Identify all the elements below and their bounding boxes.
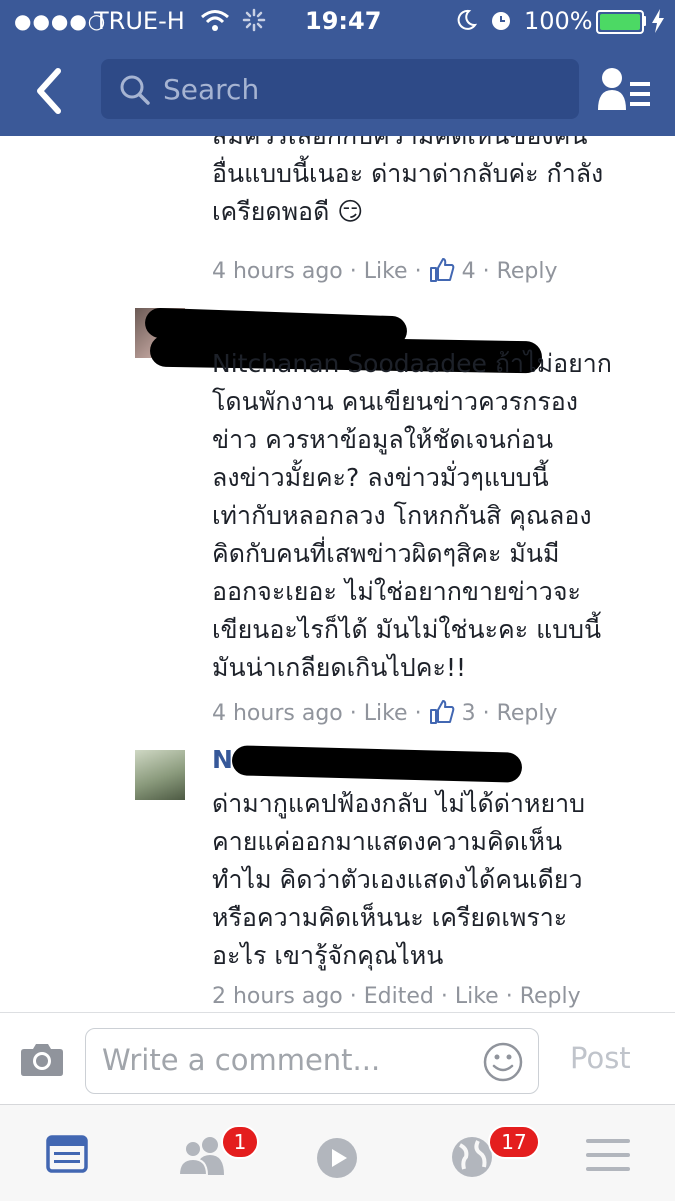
charging-bolt-icon	[652, 9, 664, 33]
comment-line: เขียนอะไรก็ได้ มันไม่ใช่นะคะ แบบนี้	[212, 615, 602, 644]
comment-1: สมควรเลือกกับความคิดเห็นของคน อื่นแบบนี้…	[0, 136, 675, 296]
commenter-name[interactable]: N	[212, 745, 233, 774]
comment-line: ด่ามากูแคปฟ้องกลับ ไม่ได้ด่าหยาบ	[212, 789, 585, 818]
comment-line: หรือความคิดเห็นนะ เครียดเพราะ	[212, 903, 568, 932]
timestamp: 2 hours ago	[212, 984, 343, 1009]
search-placeholder: Search	[163, 73, 260, 106]
comment-line: โดนพักงาน คนเขียนข่าวควรกรอง	[212, 387, 578, 416]
battery-percent: 100%	[524, 7, 593, 35]
status-bar: ●●●●○ TRUE-H 19:47 100%	[0, 0, 675, 44]
edited-label: Edited	[363, 984, 434, 1009]
comment-line: คิดกับคนที่เสพข่าวผิดๆสิคะ มันมี	[212, 539, 560, 568]
battery-icon	[596, 10, 644, 34]
comment-input[interactable]: Write a comment...	[85, 1028, 539, 1094]
comment-3: N ด่ามากูแคปฟ้องกลับ ไม่ได้ด่าหยาบ คายแค…	[0, 745, 675, 1010]
comment-placeholder: Write a comment...	[102, 1043, 381, 1077]
comment-line: เท่ากับหลอกลวง โกหกกันสิ คุณลอง	[212, 501, 592, 530]
timestamp: 4 hours ago	[212, 259, 343, 284]
timestamp: 4 hours ago	[212, 701, 343, 726]
comment-3-actions: 2 hours ago · Edited · Like · Reply	[212, 984, 581, 1009]
like-link[interactable]: Like	[364, 701, 408, 726]
comment-1-actions: 4 hours ago · Like · 4 · Reply	[212, 258, 558, 284]
comment-line: มันน่าเกลียดเกินไปคะ!!	[212, 653, 466, 682]
camera-icon[interactable]	[20, 1041, 64, 1077]
thumbs-up-icon	[429, 258, 454, 282]
avatar[interactable]	[135, 750, 185, 800]
comment-line: อื่นแบบนี้เนอะ ด่ามาด่ากลับค่ะ กำลัง	[212, 159, 604, 188]
friends-list-icon[interactable]	[596, 66, 652, 112]
comment-line: ลงข่าวมั้ยคะ? ลงข่าวมั่วๆแบบนี้	[212, 463, 549, 492]
menu-tab-icon[interactable]	[586, 1137, 630, 1173]
thumbs-up-icon	[429, 700, 454, 724]
comment-2: Nitchanan Soodaadee ถ้าไม่อยาก โดนพักงาน…	[0, 300, 675, 740]
post-button[interactable]: Post	[570, 1041, 631, 1075]
comment-2-body: Nitchanan Soodaadee ถ้าไม่อยาก โดนพักงาน…	[212, 345, 612, 687]
redaction-mark	[231, 745, 523, 783]
video-tab-icon[interactable]	[316, 1137, 358, 1179]
comment-line: ออกจะเยอะ ไม่ใช่อยากขายข่าวจะ	[212, 577, 581, 606]
reply-link[interactable]: Reply	[520, 984, 581, 1009]
emoji-icon[interactable]	[482, 1041, 524, 1083]
comment-line: ทำไม คิดว่าตัวเองแสดงได้คนเดียว	[212, 865, 583, 894]
like-count: 3	[461, 701, 476, 726]
notifications-badge: 17	[488, 1125, 540, 1159]
search-bar[interactable]: Search	[101, 59, 579, 119]
comment-line: อะไร เขารู้จักคุณไหน	[212, 941, 444, 970]
friend-requests-badge: 1	[221, 1125, 259, 1159]
tab-bar: 1 17	[0, 1104, 675, 1201]
activity-spinner-icon	[242, 8, 266, 32]
comment-3-body: ด่ามากูแคปฟ้องกลับ ไม่ได้ด่าหยาบ คายแค่อ…	[212, 785, 585, 975]
wifi-icon	[201, 10, 229, 31]
comment-line: Nitchanan Soodaadee ถ้าไม่อยาก	[212, 349, 612, 378]
news-feed-tab-icon[interactable]	[46, 1135, 88, 1173]
comment-line: คายแค่ออกมาแสดงความคิดเห็น	[212, 827, 563, 856]
clock: 19:47	[305, 7, 382, 35]
comment-line: สมควรเลือกกับความคิดเห็นของคน	[212, 136, 603, 155]
carrier-label: TRUE-H	[94, 7, 185, 35]
reply-link[interactable]: Reply	[497, 701, 558, 726]
like-link[interactable]: Like	[455, 984, 499, 1009]
alarm-icon	[492, 12, 510, 30]
comment-1-body: สมควรเลือกกับความคิดเห็นของคน อื่นแบบนี้…	[212, 136, 603, 231]
like-link[interactable]: Like	[364, 259, 408, 284]
moon-icon	[457, 9, 477, 30]
navigation-bar: Search	[0, 44, 675, 136]
comment-line: ข่าว ควรหาข้อมูลให้ชัดเจนก่อน	[212, 425, 554, 454]
comment-composer: Write a comment... Post	[0, 1012, 675, 1105]
reply-link[interactable]: Reply	[497, 259, 558, 284]
like-count: 4	[461, 259, 476, 284]
comment-line: เครียดพอดี 😏	[212, 197, 364, 226]
search-icon	[120, 75, 150, 105]
back-arrow-icon[interactable]	[30, 66, 70, 116]
signal-strength-icon: ●●●●○	[14, 9, 107, 33]
comment-2-actions: 4 hours ago · Like · 3 · Reply	[212, 700, 558, 726]
